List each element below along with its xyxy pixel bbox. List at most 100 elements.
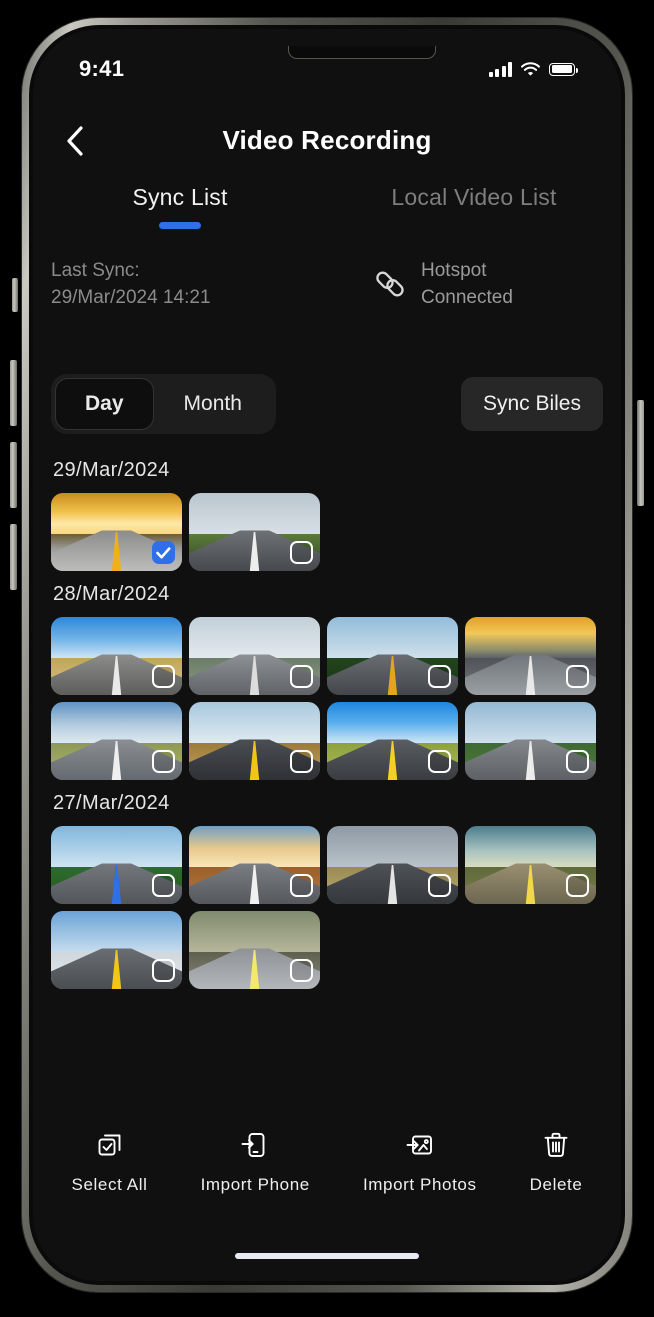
cellular-signal-icon (488, 61, 512, 77)
video-thumbnail[interactable] (51, 493, 182, 571)
last-sync-info: Last Sync: 29/Mar/2024 14:21 (33, 257, 327, 311)
video-thumbnail[interactable] (189, 617, 320, 695)
status-bar: 9:41 (33, 49, 621, 89)
toolbar-item-label: Import Photos (362, 1175, 477, 1194)
checkbox-unchecked[interactable] (428, 665, 451, 688)
checkbox-unchecked[interactable] (428, 750, 451, 773)
thumb-sky (51, 911, 182, 952)
thumb-sky (189, 911, 320, 952)
tab-local-video-list[interactable]: Local Video List (327, 184, 621, 229)
page-title: Video Recording (222, 124, 432, 155)
video-thumbnail[interactable] (327, 826, 458, 904)
sync-info-row: Last Sync: 29/Mar/2024 14:21 Hotspot Con… (33, 257, 621, 311)
toolbar-item-label: Import Phone (200, 1175, 310, 1194)
phone-screen: 9:41 Video Recording Sync List Local Vid… (33, 29, 621, 1281)
date-group: 27/Mar/2024 (51, 792, 603, 989)
video-thumbnail[interactable] (189, 911, 320, 989)
group-date-label: 27/Mar/2024 (53, 792, 170, 814)
import-photos-icon (406, 1131, 434, 1164)
toolbar-select-all[interactable]: Select All (72, 1131, 148, 1195)
volume-up-button[interactable] (10, 360, 17, 426)
thumb-sky (51, 493, 182, 534)
group-date-label: 29/Mar/2024 (53, 459, 170, 481)
bottom-toolbar: Select All Import Phone Import Photos Delet… (33, 1111, 621, 1215)
volume-down-button[interactable] (10, 442, 17, 508)
video-thumbnail[interactable] (51, 826, 182, 904)
checkbox-unchecked[interactable] (152, 665, 175, 688)
thumb-sky (51, 702, 182, 743)
tab-inactive-indicator (453, 222, 495, 229)
checkbox-unchecked[interactable] (566, 665, 589, 688)
tab-local-video-list-label: Local Video List (391, 184, 557, 210)
video-thumbnail[interactable] (327, 702, 458, 780)
video-thumbnail[interactable] (465, 702, 596, 780)
toolbar-import-phone[interactable]: Import Phone (201, 1131, 310, 1195)
video-thumbnail[interactable] (51, 911, 182, 989)
hotspot-status-text: Hotspot Connected (421, 257, 513, 311)
checkbox-unchecked[interactable] (566, 874, 589, 897)
thumb-sky (327, 617, 458, 658)
thumb-sky (51, 826, 182, 867)
trash-icon (542, 1131, 570, 1164)
thumb-sky (465, 826, 596, 867)
status-bar-indicators (488, 61, 578, 77)
video-gallery[interactable]: 29/Mar/2024 28/Mar/2024 27/Mar/2024 (33, 447, 621, 1147)
hotspot-label: Hotspot (421, 260, 487, 281)
check-icon (156, 546, 171, 559)
link-icon (376, 271, 404, 297)
thumb-sky (465, 702, 596, 743)
hotspot-state: Connected (421, 287, 513, 308)
checkbox-unchecked[interactable] (290, 541, 313, 564)
checkbox-unchecked[interactable] (428, 874, 451, 897)
thumbnail-grid (51, 493, 603, 571)
nav-bar: Video Recording (33, 109, 621, 171)
group-date-label: 28/Mar/2024 (53, 583, 170, 605)
date-group: 29/Mar/2024 (51, 459, 603, 571)
video-thumbnail[interactable] (327, 617, 458, 695)
checkbox-checked[interactable] (152, 541, 175, 564)
thumb-sky (327, 826, 458, 867)
filter-row: Day Month Sync Biles (33, 371, 621, 437)
battery-full-icon (549, 62, 578, 76)
checkbox-unchecked[interactable] (290, 750, 313, 773)
checkbox-unchecked[interactable] (152, 959, 175, 982)
video-thumbnail[interactable] (189, 493, 320, 571)
thumb-sky (189, 617, 320, 658)
screenshot-stage: 9:41 Video Recording Sync List Local Vid… (0, 0, 654, 1317)
video-thumbnail[interactable] (51, 617, 182, 695)
power-button[interactable] (637, 400, 644, 506)
checkbox-unchecked[interactable] (152, 874, 175, 897)
thumb-sky (327, 702, 458, 743)
tab-active-indicator (159, 222, 201, 229)
thumb-sky (51, 617, 182, 658)
toolbar-trash[interactable]: Delete (530, 1131, 583, 1195)
tab-sync-list[interactable]: Sync List (33, 184, 327, 229)
silence-switch[interactable] (12, 278, 18, 312)
video-thumbnail[interactable] (189, 702, 320, 780)
checkbox-unchecked[interactable] (290, 665, 313, 688)
tab-sync-list-label: Sync List (132, 184, 228, 210)
checkbox-unchecked[interactable] (290, 874, 313, 897)
last-sync-label: Last Sync: (51, 260, 140, 281)
toolbar-item-label: Delete (529, 1175, 583, 1194)
toolbar-item-label: Select All (71, 1175, 148, 1194)
video-thumbnail[interactable] (189, 826, 320, 904)
checkbox-unchecked[interactable] (152, 750, 175, 773)
segment-month[interactable]: Month (154, 378, 272, 430)
last-sync-value: 29/Mar/2024 14:21 (51, 287, 211, 308)
sync-files-button[interactable]: Sync Biles (460, 377, 603, 431)
select-all-icon (96, 1131, 124, 1164)
thumb-sky (465, 617, 596, 658)
checkbox-unchecked[interactable] (566, 750, 589, 773)
video-thumbnail[interactable] (465, 617, 596, 695)
home-indicator[interactable] (235, 1253, 419, 1259)
video-thumbnail[interactable] (465, 826, 596, 904)
toolbar-import-photos[interactable]: Import Photos (363, 1131, 477, 1195)
thumb-sky (189, 493, 320, 534)
action-button[interactable] (10, 524, 17, 590)
segment-day[interactable]: Day (55, 378, 154, 430)
checkbox-unchecked[interactable] (290, 959, 313, 982)
thumb-sky (189, 702, 320, 743)
video-thumbnail[interactable] (51, 702, 182, 780)
period-segmented-control: Day Month (51, 374, 276, 434)
